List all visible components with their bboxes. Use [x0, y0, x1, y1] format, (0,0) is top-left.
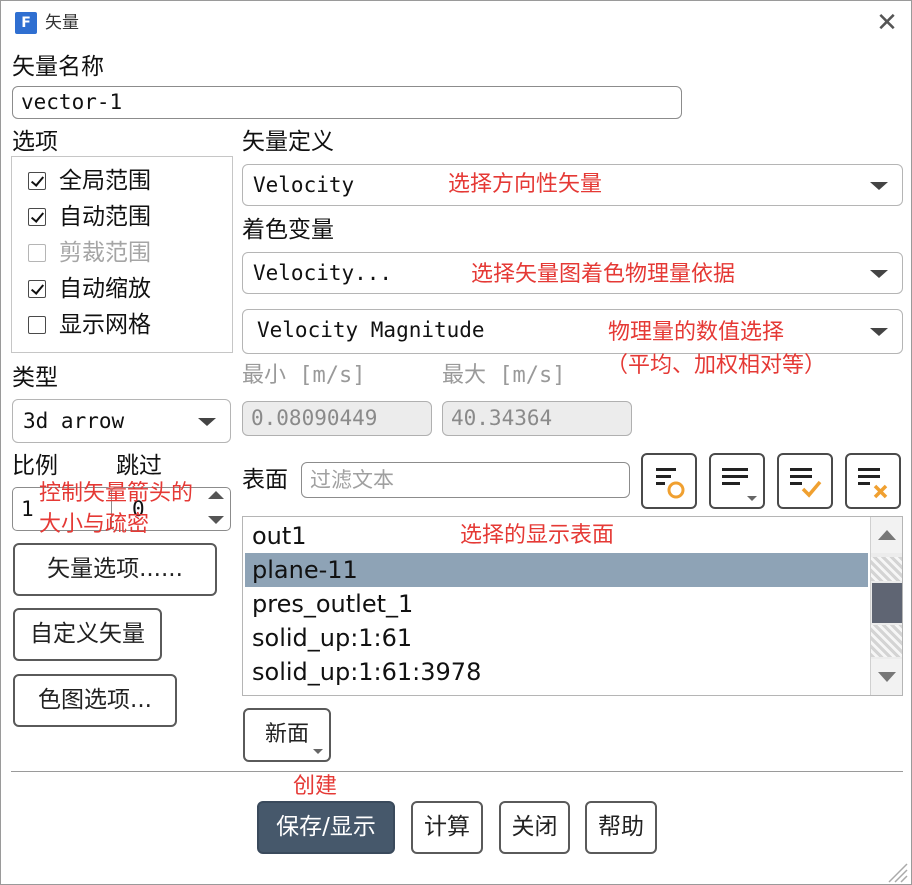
surfaces-label: 表面	[242, 467, 288, 493]
options-label: 选项	[12, 129, 58, 155]
list-item[interactable]: solid_up:1:61	[245, 621, 868, 655]
list-check-icon	[790, 468, 822, 498]
spin-up-icon[interactable]	[208, 491, 224, 499]
surface-list-scrollbar[interactable]	[870, 517, 902, 695]
annotation-value-select-1: 物理量的数值选择	[608, 320, 785, 345]
scroll-up-icon[interactable]	[871, 517, 902, 553]
checkbox-label: 全局范围	[59, 168, 151, 194]
checkbox-box	[28, 244, 46, 262]
checkbox-label: 显示网格	[59, 312, 151, 338]
window-title: 矢量	[45, 13, 79, 33]
list-item-selected[interactable]: plane-11	[245, 553, 868, 587]
chevron-down-icon	[313, 749, 323, 754]
color-variable-label: 着色变量	[242, 217, 334, 243]
app-logo-icon: F	[15, 12, 37, 34]
annotation-direction-vector: 选择方向性矢量	[448, 172, 603, 197]
surface-filter-input[interactable]: 过滤文本	[301, 462, 630, 498]
filter-options-button[interactable]	[709, 453, 765, 509]
scale-label: 比例	[12, 453, 58, 479]
annotation-display-surface: 选择的显示表面	[460, 523, 615, 548]
max-label: 最大 [m/s]	[442, 363, 566, 388]
chevron-down-icon	[870, 270, 888, 278]
custom-vector-button[interactable]: 自定义矢量	[13, 608, 162, 661]
spin-down-icon[interactable]	[208, 516, 224, 524]
filter-select-button[interactable]	[641, 453, 697, 509]
chevron-down-icon	[198, 418, 216, 426]
close-icon[interactable]: ✕	[873, 9, 901, 37]
checkbox-box[interactable]	[28, 172, 46, 190]
annotation-value-select-2: （平均、加权相对等）	[606, 353, 827, 378]
close-button[interactable]: 关闭	[499, 801, 570, 854]
select-all-button[interactable]	[777, 453, 833, 509]
checkbox-label: 剪裁范围	[59, 240, 151, 266]
min-label: 最小 [m/s]	[242, 363, 366, 388]
type-value: 3d arrow	[23, 409, 125, 433]
new-surface-button[interactable]: 新面	[243, 708, 331, 762]
vector-name-label: 矢量名称	[12, 54, 104, 80]
footer-divider	[11, 771, 903, 772]
vector-definition-label: 矢量定义	[242, 129, 334, 155]
color-quantity-select[interactable]: Velocity Magnitude	[242, 309, 903, 354]
annotation-color-basis: 选择矢量图着色物理量依据	[471, 262, 736, 287]
vector-dialog: F 矢量 ✕ 矢量名称 vector-1 选项 全局范围 自动范围 剪裁范围 自…	[0, 0, 912, 885]
new-surface-label: 新面	[264, 722, 309, 747]
colormap-options-button[interactable]: 色图选项...	[13, 674, 177, 727]
list-clear-icon	[858, 468, 888, 499]
checkbox-label: 自动缩放	[59, 276, 151, 302]
color-category-value: Velocity...	[253, 261, 393, 285]
type-label: 类型	[12, 365, 58, 391]
help-button[interactable]: 帮助	[585, 801, 657, 854]
save-display-button[interactable]: 保存/显示	[257, 801, 395, 854]
deselect-all-button[interactable]	[845, 453, 901, 509]
chevron-down-icon	[870, 182, 888, 190]
color-quantity-value: Velocity Magnitude	[257, 318, 485, 342]
type-select[interactable]: 3d arrow	[12, 399, 231, 443]
scroll-track-lower[interactable]	[871, 625, 902, 657]
annotation-create: 创建	[293, 774, 338, 799]
chevron-down-icon	[747, 496, 757, 501]
checkbox-box[interactable]	[28, 316, 46, 334]
checkbox-box[interactable]	[28, 280, 46, 298]
list-filter-icon	[656, 468, 685, 499]
chevron-down-icon	[870, 328, 888, 336]
list-item[interactable]: pres_outlet_1	[245, 587, 868, 621]
skip-label: 跳过	[116, 453, 162, 479]
vector-definition-value: Velocity	[253, 173, 355, 197]
max-value-field: 40.34364	[442, 401, 632, 436]
scroll-down-icon[interactable]	[871, 659, 902, 695]
scroll-thumb[interactable]	[872, 583, 902, 623]
checkbox-label: 自动范围	[59, 204, 151, 230]
min-value-field: 0.08090449	[242, 401, 432, 436]
vector-name-input[interactable]: vector-1	[12, 86, 682, 119]
checkbox-box[interactable]	[28, 208, 46, 226]
compute-button[interactable]: 计算	[411, 801, 483, 854]
scroll-track-upper[interactable]	[871, 557, 902, 581]
list-item[interactable]: solid_up:1:61:3978	[245, 655, 868, 689]
vector-options-button[interactable]: 矢量选项......	[13, 543, 217, 596]
resize-grip-icon[interactable]	[881, 856, 909, 884]
annotation-arrow-size-2: 大小与疏密	[39, 512, 150, 537]
annotation-arrow-size-1: 控制矢量箭头的	[39, 481, 194, 506]
